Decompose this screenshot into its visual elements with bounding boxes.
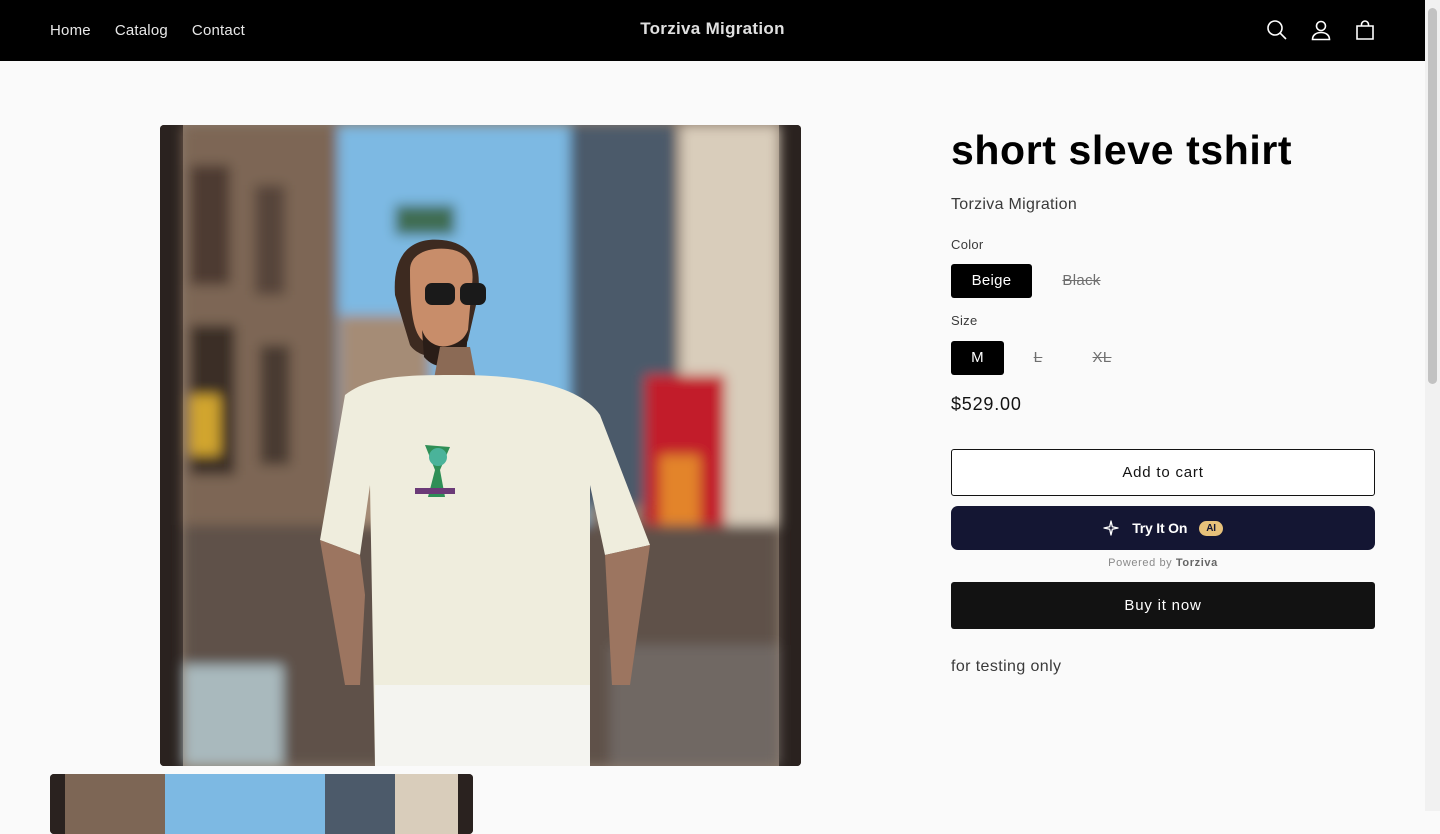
try-it-on-button[interactable]: Try It On AI xyxy=(951,506,1375,550)
buy-it-now-button[interactable]: Buy it now xyxy=(951,582,1375,629)
size-option-m[interactable]: M xyxy=(951,341,1004,375)
color-label: Color xyxy=(951,237,984,252)
color-option-black[interactable]: Black xyxy=(1042,264,1121,298)
page-scrollbar[interactable] xyxy=(1425,0,1440,811)
size-label: Size xyxy=(951,313,978,328)
account-icon[interactable] xyxy=(1309,18,1333,42)
product-description: for testing only xyxy=(951,658,1062,675)
sparkle-icon xyxy=(1103,520,1119,536)
try-it-on-label: Try It On xyxy=(1132,520,1188,536)
product-main-image[interactable] xyxy=(160,125,801,766)
size-option-l[interactable]: L xyxy=(1014,341,1062,375)
product-price: $529.00 xyxy=(951,394,1022,414)
product-thumbnail[interactable] xyxy=(50,774,473,834)
powered-by-note: Powered by Torziva xyxy=(951,557,1375,569)
size-option-xl[interactable]: XL xyxy=(1072,341,1132,375)
ai-badge: AI xyxy=(1199,520,1223,536)
add-to-cart-button[interactable]: Add to cart xyxy=(951,449,1375,496)
scrollbar-thumb[interactable] xyxy=(1428,8,1437,384)
powered-brand: Torziva xyxy=(1175,557,1218,569)
product-title: short sleve tshirt xyxy=(951,127,1293,173)
site-header: Home Catalog Contact Torziva Migration xyxy=(0,0,1425,61)
search-icon[interactable] xyxy=(1265,18,1289,42)
powered-prefix: Powered by xyxy=(1108,557,1173,569)
cart-icon[interactable] xyxy=(1353,18,1377,42)
product-vendor: Torziva Migration xyxy=(951,196,1078,213)
color-option-beige[interactable]: Beige xyxy=(951,264,1032,298)
